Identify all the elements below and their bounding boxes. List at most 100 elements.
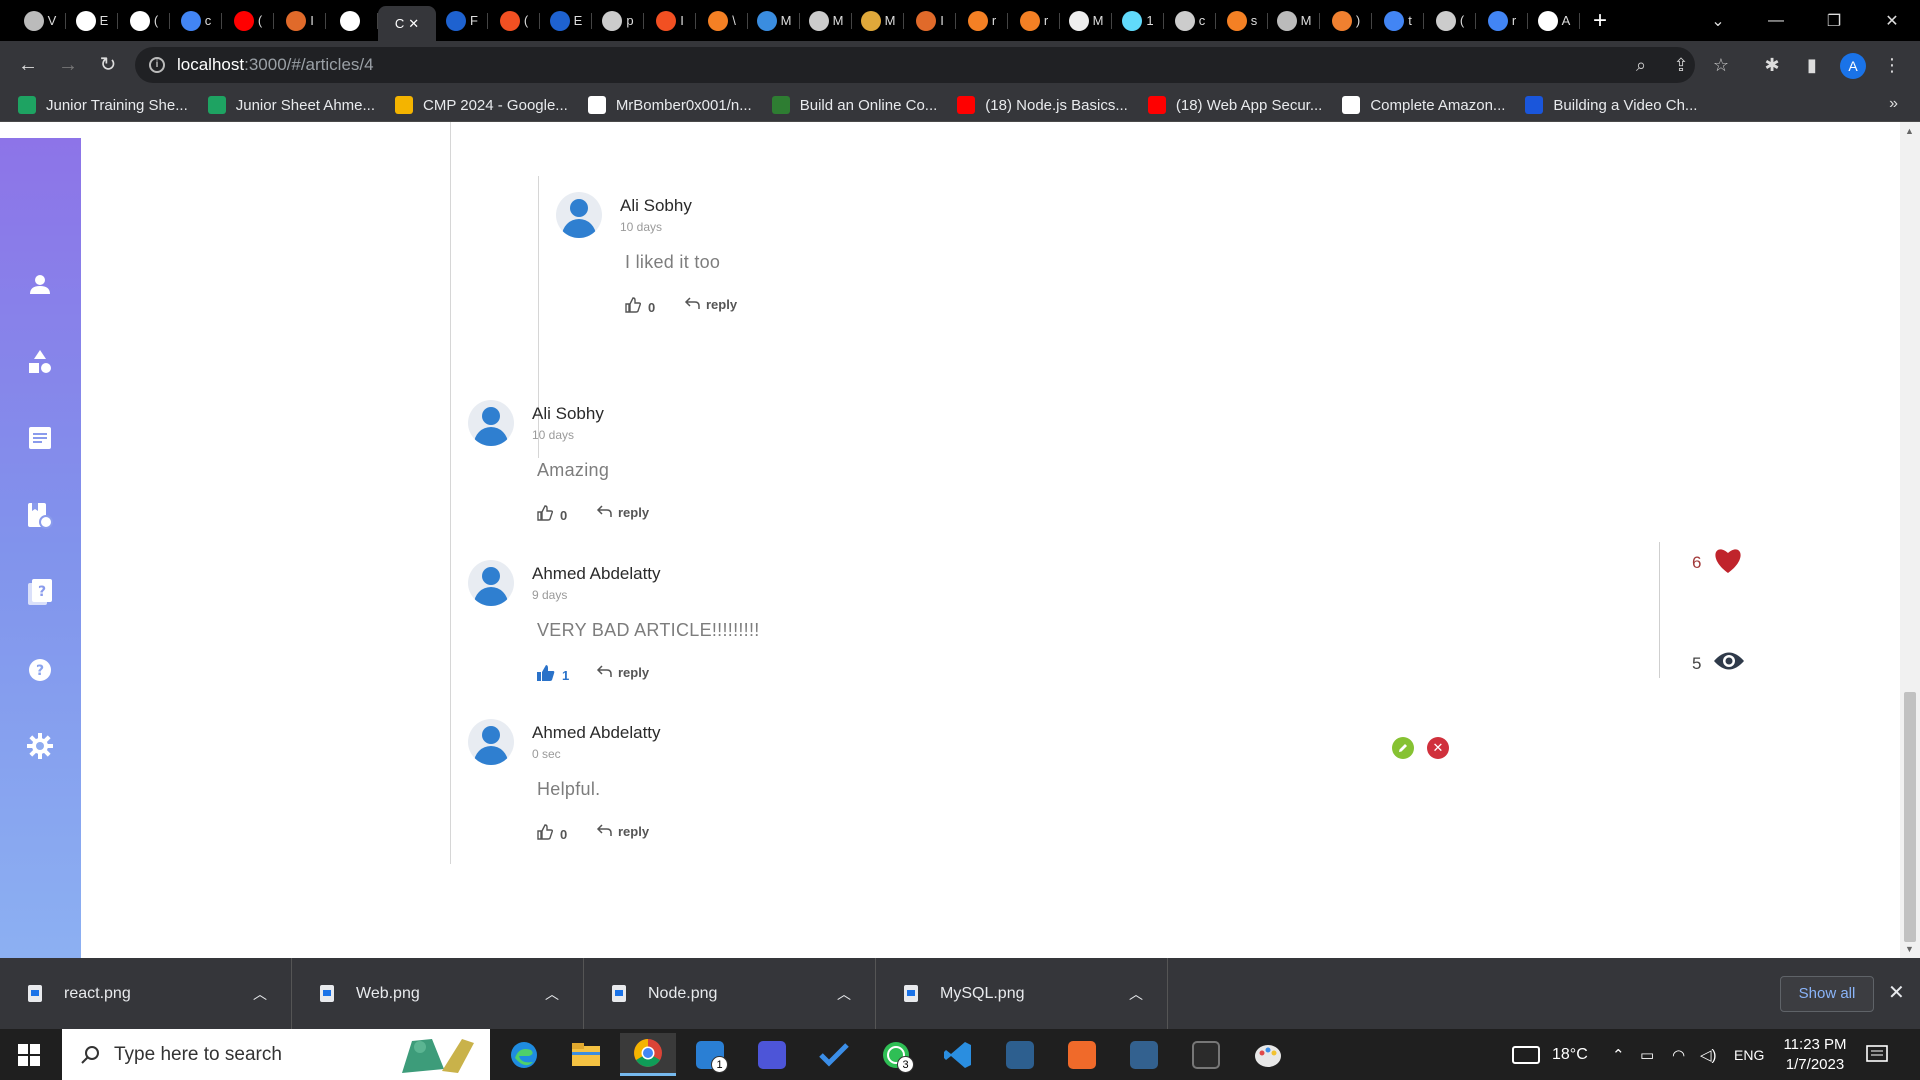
browser-tab[interactable]: F xyxy=(436,0,488,41)
menu-icon[interactable]: ⋮ xyxy=(1880,53,1904,77)
scroll-down-icon[interactable]: ▼ xyxy=(1905,944,1914,954)
mail-icon[interactable]: 1 xyxy=(692,1037,728,1073)
mysql-workbench-icon[interactable] xyxy=(1002,1037,1038,1073)
help-icon[interactable]: ? xyxy=(26,656,54,684)
share-icon[interactable]: ⇪ xyxy=(1671,55,1691,75)
restore-button[interactable]: ❐ xyxy=(1806,0,1862,41)
volume-icon[interactable]: ◁) xyxy=(1700,1029,1717,1080)
browser-tab[interactable]: M xyxy=(748,0,800,41)
show-all-button[interactable]: Show all xyxy=(1780,976,1874,1012)
like-button[interactable]: 0 xyxy=(536,504,567,527)
quiz-icon[interactable]: ? xyxy=(26,578,54,606)
download-item[interactable]: MySQL.png ︿ xyxy=(876,958,1168,1029)
mysql-workbench-2-icon[interactable] xyxy=(1126,1037,1162,1073)
heart-icon[interactable] xyxy=(1713,546,1743,579)
browser-tab[interactable]: E xyxy=(540,0,592,41)
browser-tab[interactable]: E xyxy=(66,0,118,41)
browser-tab[interactable]: V xyxy=(14,0,66,41)
chrome-taskbar-icon[interactable] xyxy=(620,1033,676,1076)
bookmark-item[interactable]: (18) Node.js Basics... xyxy=(957,96,1128,114)
browser-tab[interactable]: r xyxy=(1476,0,1528,41)
reload-icon[interactable]: ↻ xyxy=(94,51,122,79)
profile-avatar[interactable]: A xyxy=(1840,53,1866,79)
browser-tab[interactable]: r xyxy=(1008,0,1060,41)
wifi-icon[interactable]: ◠ xyxy=(1672,1029,1685,1080)
chevron-up-icon[interactable]: ︿ xyxy=(1129,984,1143,1004)
reply-button[interactable]: reply xyxy=(684,296,737,313)
browser-tab[interactable]: 1 xyxy=(1112,0,1164,41)
chevron-up-icon[interactable]: ︿ xyxy=(253,984,267,1004)
extensions-icon[interactable]: ✱ xyxy=(1760,53,1784,77)
notifications-icon[interactable] xyxy=(1866,1029,1888,1080)
reply-button[interactable]: reply xyxy=(596,504,649,521)
document-icon[interactable] xyxy=(26,424,54,452)
browser-tab[interactable]: ( xyxy=(1424,0,1476,41)
close-window-button[interactable]: ✕ xyxy=(1864,0,1920,41)
browser-tab[interactable]: ( xyxy=(222,0,274,41)
site-info-icon[interactable]: i xyxy=(149,57,165,73)
browser-tab[interactable]: ( xyxy=(118,0,170,41)
browser-tab[interactable]: A xyxy=(1528,0,1580,41)
like-button[interactable]: 0 xyxy=(536,823,567,846)
scroll-up-icon[interactable]: ▲ xyxy=(1905,126,1914,136)
browser-tab[interactable]: I xyxy=(904,0,956,41)
clock[interactable]: 11:23 PM 1/7/2023 xyxy=(1770,1035,1860,1075)
browser-tab[interactable]: I xyxy=(644,0,696,41)
like-button[interactable]: 1 xyxy=(536,664,569,687)
back-icon[interactable]: ← xyxy=(14,51,42,79)
side-panel-icon[interactable]: ▮ xyxy=(1800,53,1824,77)
scrollbar-thumb[interactable] xyxy=(1904,692,1916,942)
browser-tab[interactable]: ( xyxy=(488,0,540,41)
browser-tab[interactable]: r xyxy=(956,0,1008,41)
forward-icon[interactable]: → xyxy=(54,51,82,79)
bookmark-star-icon[interactable]: ☆ xyxy=(1711,55,1731,75)
bookmark-item[interactable]: Junior Training She... xyxy=(18,96,188,114)
bookmark-item[interactable]: CMP 2024 - Google... xyxy=(395,96,568,114)
azure-data-studio-icon[interactable] xyxy=(754,1037,790,1073)
browser-tab[interactable]: M xyxy=(1268,0,1320,41)
settings-icon[interactable] xyxy=(26,732,54,760)
browser-tab[interactable]: s xyxy=(1216,0,1268,41)
xampp-icon[interactable] xyxy=(1064,1037,1100,1073)
browser-tab[interactable]: M xyxy=(800,0,852,41)
windows-start-icon[interactable] xyxy=(18,1044,40,1066)
tray-chevron-icon[interactable]: ⌃ xyxy=(1612,1029,1625,1080)
chevron-up-icon[interactable]: ︿ xyxy=(837,984,851,1004)
browser-tab[interactable]: \ xyxy=(696,0,748,41)
like-button[interactable]: 0 xyxy=(624,296,655,319)
active-browser-tab[interactable]: C ✕ xyxy=(378,6,436,41)
download-item[interactable]: Node.png ︿ xyxy=(584,958,876,1029)
download-item[interactable]: react.png ︿ xyxy=(0,958,292,1029)
bookmark-icon[interactable] xyxy=(26,502,54,530)
new-tab-button[interactable]: + xyxy=(1580,7,1620,35)
browser-tab[interactable]: t xyxy=(1372,0,1424,41)
reply-button[interactable]: reply xyxy=(596,664,649,681)
paint-icon[interactable] xyxy=(1250,1037,1286,1073)
bookmark-item[interactable]: Building a Video Ch... xyxy=(1525,96,1697,114)
terminal-icon[interactable] xyxy=(1188,1037,1224,1073)
bookmark-item[interactable]: Build an Online Co... xyxy=(771,96,937,114)
language-indicator[interactable]: ENG xyxy=(1734,1029,1764,1080)
zoom-icon[interactable]: ⌕ xyxy=(1631,55,1651,75)
browser-tab[interactable]: M xyxy=(1060,0,1112,41)
bookmark-item[interactable]: Junior Sheet Ahme... xyxy=(207,96,375,114)
user-icon[interactable] xyxy=(26,270,54,298)
edge-icon[interactable] xyxy=(506,1037,542,1073)
chevron-up-icon[interactable]: ︿ xyxy=(545,984,559,1004)
close-tab-icon[interactable]: ✕ xyxy=(408,16,419,32)
vscode-icon[interactable] xyxy=(940,1037,976,1073)
minimize-button[interactable]: — xyxy=(1748,0,1804,41)
bookmarks-more-icon[interactable]: » xyxy=(1889,95,1898,113)
weather-widget[interactable]: 18°C xyxy=(1512,1029,1588,1080)
todo-icon[interactable] xyxy=(816,1037,852,1073)
edit-comment-button[interactable] xyxy=(1392,737,1414,759)
browser-tab[interactable]: I xyxy=(274,0,326,41)
browser-tab[interactable]: ) xyxy=(1320,0,1372,41)
browser-tab[interactable]: c xyxy=(170,0,222,41)
shapes-icon[interactable] xyxy=(26,348,54,376)
url-input[interactable]: i localhost:3000/#/articles/4 ⌕ ⇪ ☆ xyxy=(135,47,1729,83)
browser-tab[interactable] xyxy=(326,0,378,41)
browser-tab[interactable]: p xyxy=(592,0,644,41)
taskbar-search[interactable]: Type here to search xyxy=(62,1029,490,1080)
tab-search-icon[interactable]: ⌄ xyxy=(1690,0,1746,41)
